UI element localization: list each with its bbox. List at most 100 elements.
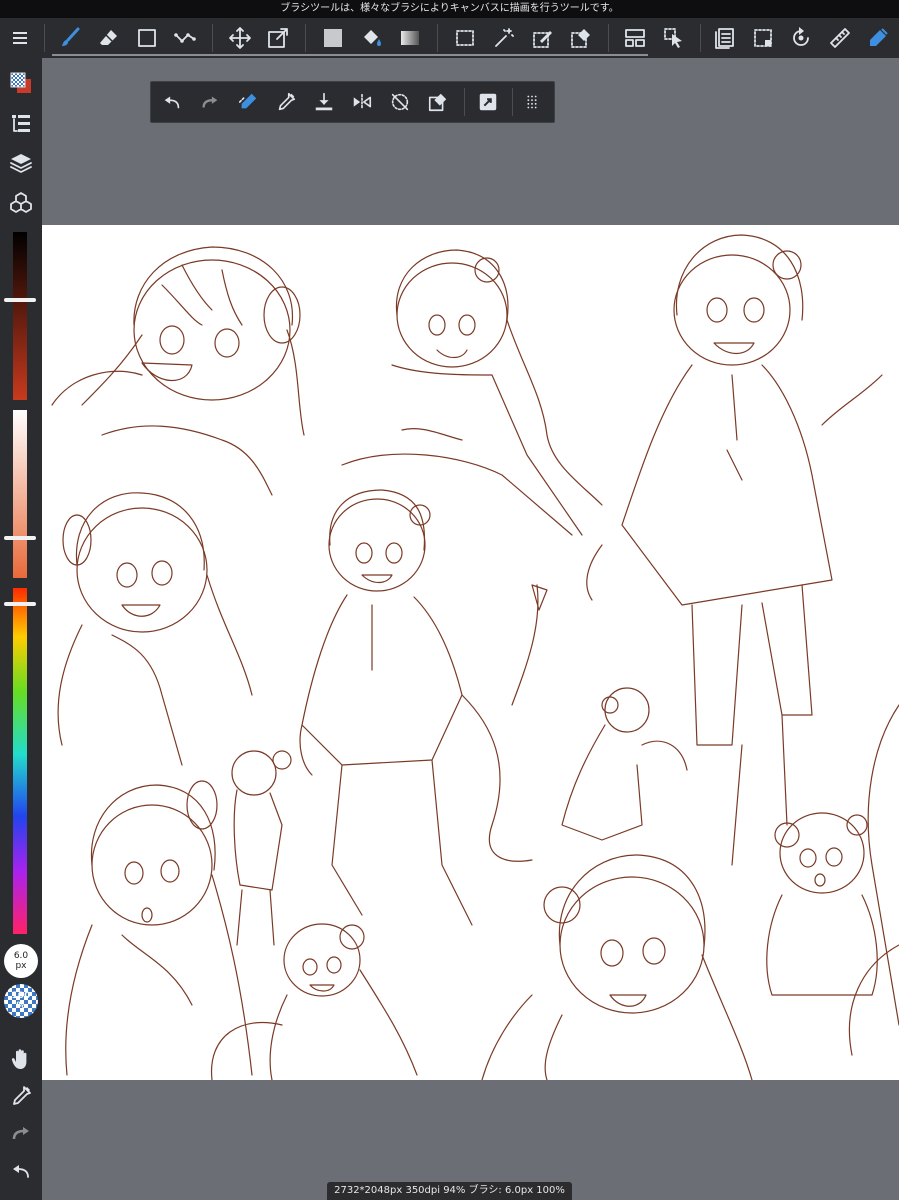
character-sketch-artwork [51, 234, 899, 1081]
transform-tool-button[interactable] [471, 85, 505, 119]
bucket-icon [364, 30, 381, 46]
select-pen-button[interactable] [526, 21, 560, 55]
select-eraser-icon [571, 29, 590, 48]
materials-button[interactable] [4, 186, 38, 220]
redo-button[interactable] [4, 1116, 38, 1150]
brush-size-unit: px [15, 961, 27, 971]
rotate-off-button[interactable] [383, 85, 417, 119]
materials-icon [10, 192, 32, 213]
pen-settings-button[interactable] [861, 21, 895, 55]
magic-wand-icon [495, 28, 514, 47]
undo-icon [164, 96, 180, 109]
toolbar-separator [512, 88, 513, 116]
status-bar: 2732*2048px 350dpi 94% ブラシ: 6.0px 100% [327, 1182, 572, 1200]
opacity-control[interactable]: 100 % [4, 984, 38, 1018]
layer-menu-button[interactable] [708, 21, 742, 55]
ruler-button[interactable] [823, 21, 857, 55]
workspace [42, 58, 899, 1200]
hamburger-icon [13, 32, 27, 44]
import-button[interactable] [307, 85, 341, 119]
transform-icon [268, 28, 288, 48]
shade-slider[interactable] [4, 232, 36, 400]
redo-button[interactable] [193, 85, 227, 119]
layer-menu-icon [715, 28, 734, 49]
select-eraser-button[interactable] [564, 21, 598, 55]
shape-rect-icon [138, 29, 156, 47]
panel-icon [625, 29, 645, 47]
shade-slider-handle[interactable] [4, 298, 36, 302]
toolbar-separator [212, 24, 213, 52]
rotate-canvas-button[interactable] [784, 21, 818, 55]
transform-tool-button[interactable] [261, 21, 295, 55]
floating-edge-toolbar [150, 81, 555, 123]
gradient-tool-button[interactable] [393, 21, 427, 55]
opacity-value: 100 [11, 991, 31, 1001]
toolbar-underline [52, 54, 648, 56]
clear-button[interactable] [421, 85, 455, 119]
flip-button[interactable] [345, 85, 379, 119]
snap-pen-button[interactable] [231, 85, 265, 119]
color-swatch-button[interactable] [4, 66, 38, 100]
snap-pen-icon [238, 93, 257, 109]
undo-button[interactable] [4, 1154, 38, 1188]
tint-slider[interactable] [4, 410, 36, 578]
toolbar-separator [464, 88, 465, 116]
move-tool-button[interactable] [223, 21, 257, 55]
menu-button[interactable] [0, 18, 40, 58]
import-icon [315, 92, 333, 111]
undo-button[interactable] [155, 85, 189, 119]
eraser-icon [100, 30, 117, 45]
tint-slider-handle[interactable] [4, 536, 36, 540]
eraser-tool-button[interactable] [92, 21, 126, 55]
fill-color-icon [324, 29, 342, 47]
pen-icon [870, 28, 888, 46]
panel-button[interactable] [618, 21, 652, 55]
toolbar-separator [305, 24, 306, 52]
hand-icon [11, 1049, 27, 1069]
operation-button[interactable] [657, 21, 691, 55]
toolbar-separator [608, 24, 609, 52]
redo-icon [202, 96, 218, 108]
select-rect-icon [456, 30, 474, 46]
flip-icon [353, 93, 372, 111]
left-sidebar: 6.0 px 100 % [0, 58, 42, 1200]
hue-slider[interactable] [4, 588, 36, 934]
brush-list-button[interactable] [4, 106, 38, 140]
toolbar-separator [700, 24, 701, 52]
color-swatch-icon [10, 72, 31, 93]
rect-tool-button[interactable] [130, 21, 164, 55]
gradient-icon [401, 31, 419, 45]
operation-icon [664, 28, 682, 48]
brush-size-value: 6.0 [13, 951, 29, 961]
layers-button[interactable] [4, 146, 38, 180]
select-rect-button[interactable] [448, 21, 482, 55]
brush-size-control[interactable]: 6.0 px [4, 944, 38, 978]
eyedropper-button[interactable] [269, 85, 303, 119]
grid-dots-icon [527, 95, 537, 109]
magic-wand-button[interactable] [487, 21, 521, 55]
move-icon [229, 27, 251, 49]
select-menu-button[interactable] [746, 21, 780, 55]
eyedropper-tool-button[interactable] [4, 1079, 38, 1113]
hint-bar: ブラシツールは、様々なブラシによりキャンバスに描画を行うツールです。 [0, 0, 899, 18]
rotate-icon [793, 27, 809, 46]
ruler-icon [830, 28, 850, 48]
rotate-off-icon [391, 93, 409, 111]
eyedropper-icon [278, 92, 296, 111]
fill-color-button[interactable] [316, 21, 350, 55]
main-toolbar [0, 18, 899, 58]
brush-tool-button[interactable] [53, 21, 87, 55]
hue-slider-handle[interactable] [4, 602, 36, 606]
drawing-canvas[interactable] [42, 225, 899, 1081]
select-pen-icon [533, 31, 552, 48]
brush-list-icon [12, 115, 30, 132]
toolbar-handle[interactable] [515, 85, 549, 119]
hand-tool-button[interactable] [4, 1042, 38, 1076]
layers-icon [10, 154, 32, 173]
undo-icon [13, 1165, 29, 1178]
toolbar-separator [437, 24, 438, 52]
transform-tool-icon [479, 93, 497, 111]
bucket-tool-button[interactable] [355, 21, 389, 55]
line-tool-button[interactable] [168, 21, 202, 55]
toolbar-separator [44, 24, 45, 52]
